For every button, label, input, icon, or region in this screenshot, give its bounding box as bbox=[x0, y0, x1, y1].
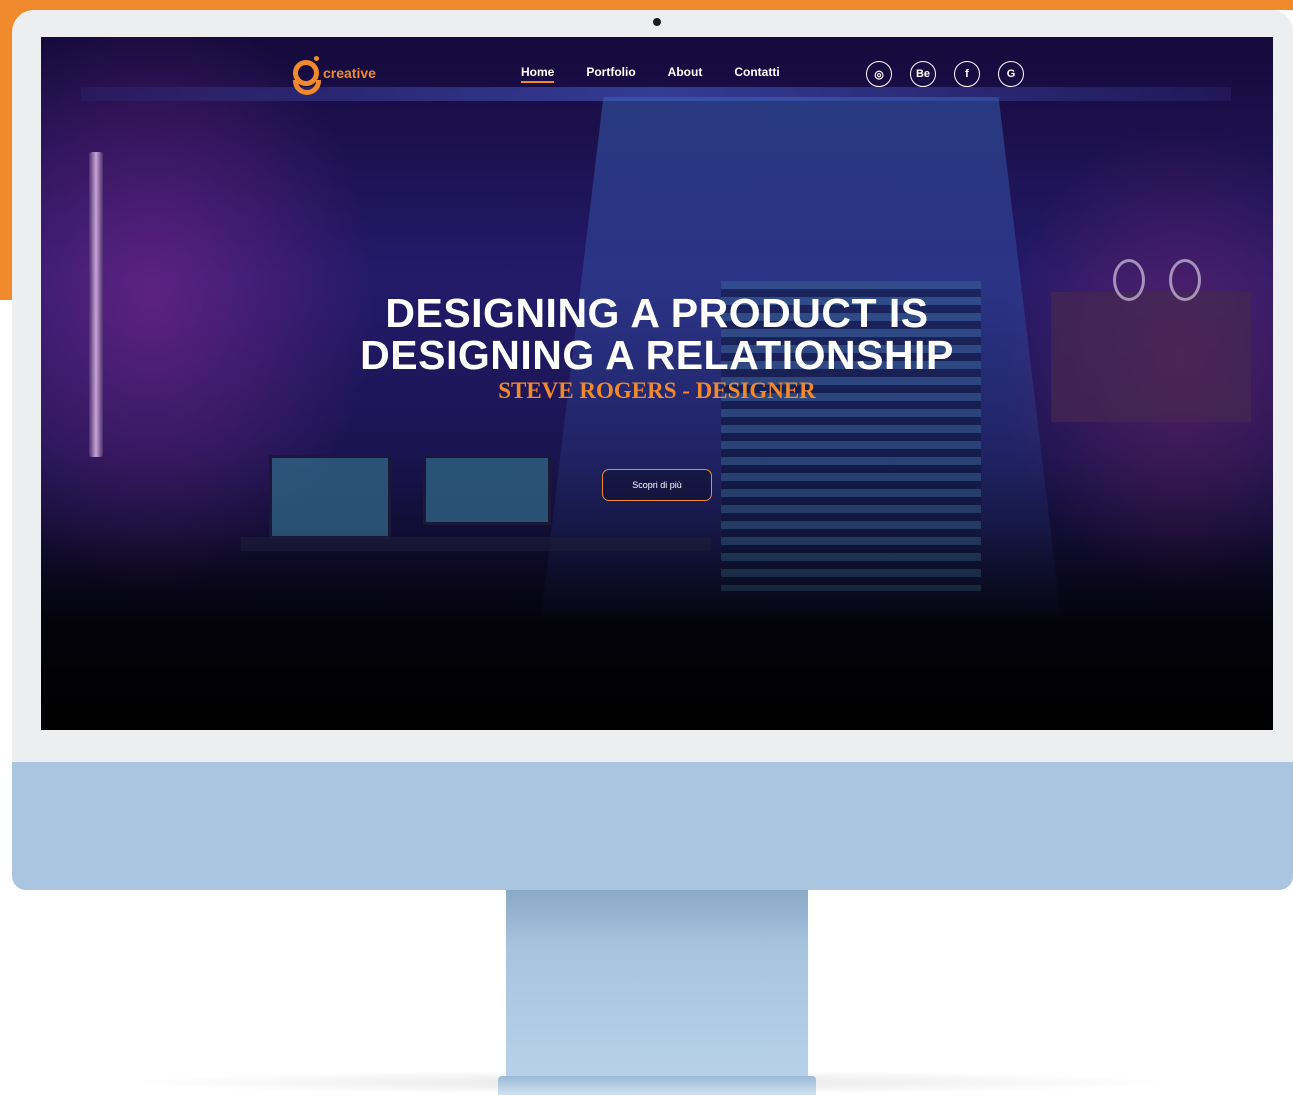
orange-accent-top bbox=[0, 0, 1293, 10]
floor-shadow bbox=[41, 530, 1273, 730]
hero-heading-line-2: DESIGNING A RELATIONSHIP bbox=[360, 332, 954, 378]
google-icon[interactable]: G bbox=[998, 61, 1024, 87]
hero-section: DESIGNING A PRODUCT IS DESIGNING A RELAT… bbox=[41, 292, 1273, 404]
nav-item-contatti[interactable]: Contatti bbox=[734, 65, 779, 79]
monitor-stand bbox=[506, 890, 808, 1080]
monitor-chin bbox=[12, 762, 1293, 890]
instagram-icon[interactable]: ◎ bbox=[866, 61, 892, 87]
logo[interactable]: creative bbox=[291, 56, 376, 95]
nav-item-home[interactable]: Home bbox=[521, 65, 555, 83]
hero-heading-line-1: DESIGNING A PRODUCT IS bbox=[385, 290, 929, 336]
hero-author: STEVE ROGERS - DESIGNER bbox=[498, 378, 816, 403]
monitor-stand-foot bbox=[498, 1076, 816, 1095]
logo-mark-icon bbox=[291, 56, 321, 95]
hero-heading: DESIGNING A PRODUCT IS DESIGNING A RELAT… bbox=[41, 292, 1273, 376]
nav-item-about[interactable]: About bbox=[668, 65, 703, 79]
behance-icon[interactable]: Be bbox=[910, 61, 936, 87]
main-nav: Home Portfolio About Contatti bbox=[521, 65, 812, 83]
cta-button[interactable]: Scopri di più bbox=[602, 469, 712, 501]
logo-text: creative bbox=[323, 65, 376, 81]
nav-item-portfolio[interactable]: Portfolio bbox=[586, 65, 635, 79]
desk-monitor bbox=[423, 455, 551, 525]
facebook-icon[interactable]: f bbox=[954, 61, 980, 87]
social-links: ◎ Be f G bbox=[866, 61, 1042, 87]
website-screen: creative Home Portfolio About Contatti ◎… bbox=[41, 37, 1273, 730]
desk-monitor bbox=[269, 455, 391, 539]
camera-icon bbox=[653, 18, 661, 26]
